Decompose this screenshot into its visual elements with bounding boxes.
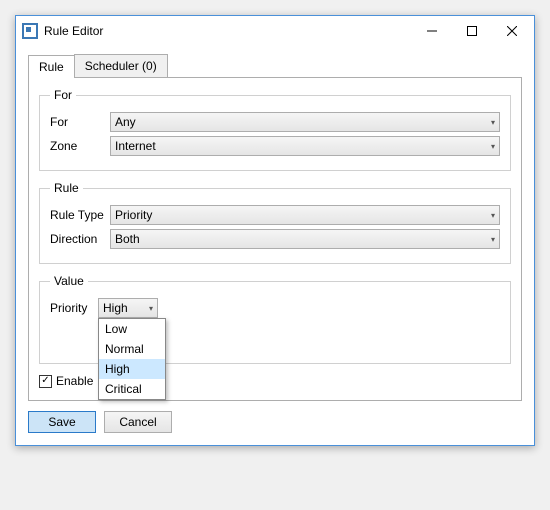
close-button[interactable]: [492, 17, 532, 45]
group-for-legend: For: [50, 88, 76, 102]
for-label: For: [50, 115, 110, 129]
chevron-down-icon: ▾: [491, 142, 495, 151]
tab-rule[interactable]: Rule: [28, 55, 75, 78]
direction-label: Direction: [50, 232, 110, 246]
priority-option-critical[interactable]: Critical: [99, 379, 165, 399]
group-value: Value Priority High ▾ Low Normal High Cr…: [39, 274, 511, 364]
window-controls: [412, 17, 532, 45]
chevron-down-icon: ▾: [491, 211, 495, 220]
ruletype-label: Rule Type: [50, 208, 110, 222]
priority-option-normal[interactable]: Normal: [99, 339, 165, 359]
window-title: Rule Editor: [44, 24, 412, 38]
dialog-buttons: Save Cancel: [28, 411, 522, 433]
group-rule: Rule Rule Type Priority ▾ Direction Both…: [39, 181, 511, 264]
priority-label: Priority: [50, 301, 98, 315]
check-icon: ✓: [41, 376, 49, 386]
ruletype-combo[interactable]: Priority ▾: [110, 205, 500, 225]
group-for: For For Any ▾ Zone Internet ▾: [39, 88, 511, 171]
cancel-button[interactable]: Cancel: [104, 411, 172, 433]
zone-value: Internet: [115, 139, 156, 153]
ruletype-value: Priority: [115, 208, 152, 222]
enable-checkbox[interactable]: ✓: [39, 375, 52, 388]
tab-strip: Rule Scheduler (0): [28, 54, 522, 78]
tab-scheduler[interactable]: Scheduler (0): [74, 54, 168, 77]
priority-combo[interactable]: High ▾ Low Normal High Critical: [98, 298, 158, 318]
for-combo[interactable]: Any ▾: [110, 112, 500, 132]
priority-dropdown: Low Normal High Critical: [98, 318, 166, 400]
save-button[interactable]: Save: [28, 411, 96, 433]
group-rule-legend: Rule: [50, 181, 83, 195]
chevron-down-icon: ▾: [149, 304, 153, 313]
minimize-button[interactable]: [412, 17, 452, 45]
direction-combo[interactable]: Both ▾: [110, 229, 500, 249]
client-area: Rule Scheduler (0) For For Any ▾ Zone In…: [16, 46, 534, 445]
enable-label: Enable: [56, 374, 93, 388]
priority-option-high[interactable]: High: [99, 359, 165, 379]
group-value-legend: Value: [50, 274, 88, 288]
chevron-down-icon: ▾: [491, 118, 495, 127]
priority-value: High: [103, 301, 128, 315]
rule-editor-window: Rule Editor Rule Scheduler (0) For: [15, 15, 535, 446]
for-value: Any: [115, 115, 136, 129]
titlebar: Rule Editor: [16, 16, 534, 46]
chevron-down-icon: ▾: [491, 235, 495, 244]
zone-combo[interactable]: Internet ▾: [110, 136, 500, 156]
priority-option-low[interactable]: Low: [99, 319, 165, 339]
direction-value: Both: [115, 232, 140, 246]
app-icon: [22, 23, 38, 39]
tab-body: For For Any ▾ Zone Internet ▾: [28, 78, 522, 401]
zone-label: Zone: [50, 139, 110, 153]
maximize-button[interactable]: [452, 17, 492, 45]
